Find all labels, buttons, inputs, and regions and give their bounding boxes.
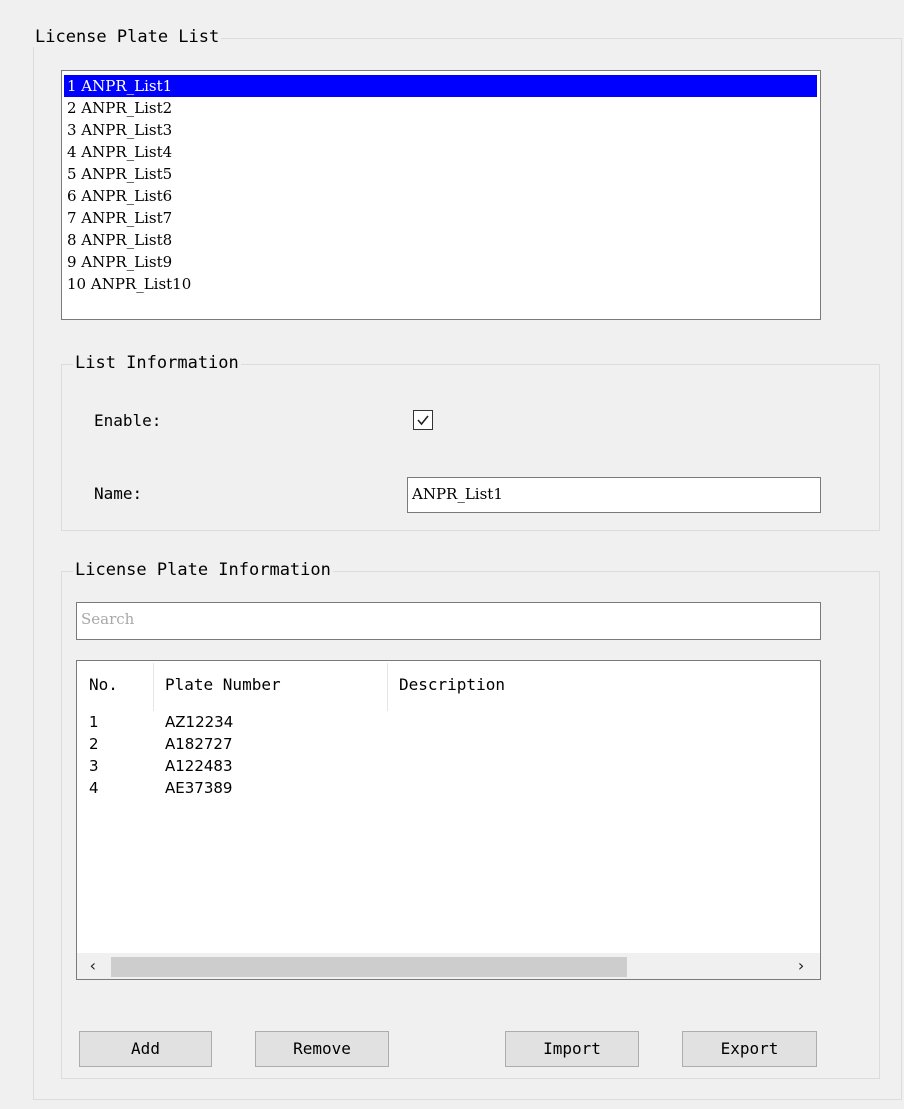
chevron-right-icon[interactable]: › <box>787 953 815 979</box>
name-field[interactable]: ANPR_List1 <box>407 477 821 513</box>
remove-button[interactable]: Remove <box>255 1031 389 1067</box>
list-item[interactable]: 7 ANPR_List7 <box>64 207 817 229</box>
column-divider[interactable] <box>153 663 154 711</box>
search-placeholder: Search <box>81 610 135 628</box>
column-header-description[interactable]: Description <box>399 675 505 694</box>
cell-no: 1 <box>89 713 99 731</box>
cell-no: 2 <box>89 735 99 753</box>
cell-plate-number: AZ12234 <box>165 713 234 731</box>
list-item[interactable]: 2 ANPR_List2 <box>64 97 817 119</box>
enable-label: Enable: <box>94 411 162 430</box>
list-item[interactable]: 3 ANPR_List3 <box>64 119 817 141</box>
horizontal-scrollbar[interactable]: ‹ › <box>77 953 820 979</box>
list-item[interactable]: 6 ANPR_List6 <box>64 185 817 207</box>
column-header-plate-number[interactable]: Plate Number <box>165 675 281 694</box>
name-label: Name: <box>94 484 143 503</box>
license-plate-list-title: License Plate List <box>33 27 222 47</box>
cell-plate-number: A182727 <box>165 735 233 753</box>
add-button[interactable]: Add <box>79 1031 212 1067</box>
column-header-no[interactable]: No. <box>89 675 118 694</box>
cell-plate-number: A122483 <box>165 757 233 775</box>
search-input[interactable]: Search <box>76 602 821 640</box>
checkmark-icon <box>417 415 429 426</box>
list-item[interactable]: 10 ANPR_List10 <box>64 273 817 295</box>
list-item[interactable]: 9 ANPR_List9 <box>64 251 817 273</box>
list-item[interactable]: 8 ANPR_List8 <box>64 229 817 251</box>
cell-no: 4 <box>89 779 99 797</box>
list-box[interactable]: 1 ANPR_List1 2 ANPR_List2 3 ANPR_List3 4… <box>61 70 821 320</box>
enable-checkbox[interactable] <box>413 410 433 430</box>
list-item[interactable]: 5 ANPR_List5 <box>64 163 817 185</box>
import-button[interactable]: Import <box>505 1031 639 1067</box>
list-item[interactable]: 4 ANPR_List4 <box>64 141 817 163</box>
plate-table[interactable]: No. Plate Number Description 1 AZ12234 2… <box>76 660 821 980</box>
cell-plate-number: AE37389 <box>165 779 233 797</box>
list-item[interactable]: 1 ANPR_List1 <box>64 75 817 97</box>
plate-information-title: License Plate Information <box>73 560 333 580</box>
cell-no: 3 <box>89 757 99 775</box>
column-divider[interactable] <box>387 663 388 711</box>
chevron-left-icon[interactable]: ‹ <box>79 953 107 979</box>
scrollbar-thumb[interactable] <box>111 957 627 977</box>
list-information-title: List Information <box>73 353 241 373</box>
export-button[interactable]: Export <box>682 1031 817 1067</box>
